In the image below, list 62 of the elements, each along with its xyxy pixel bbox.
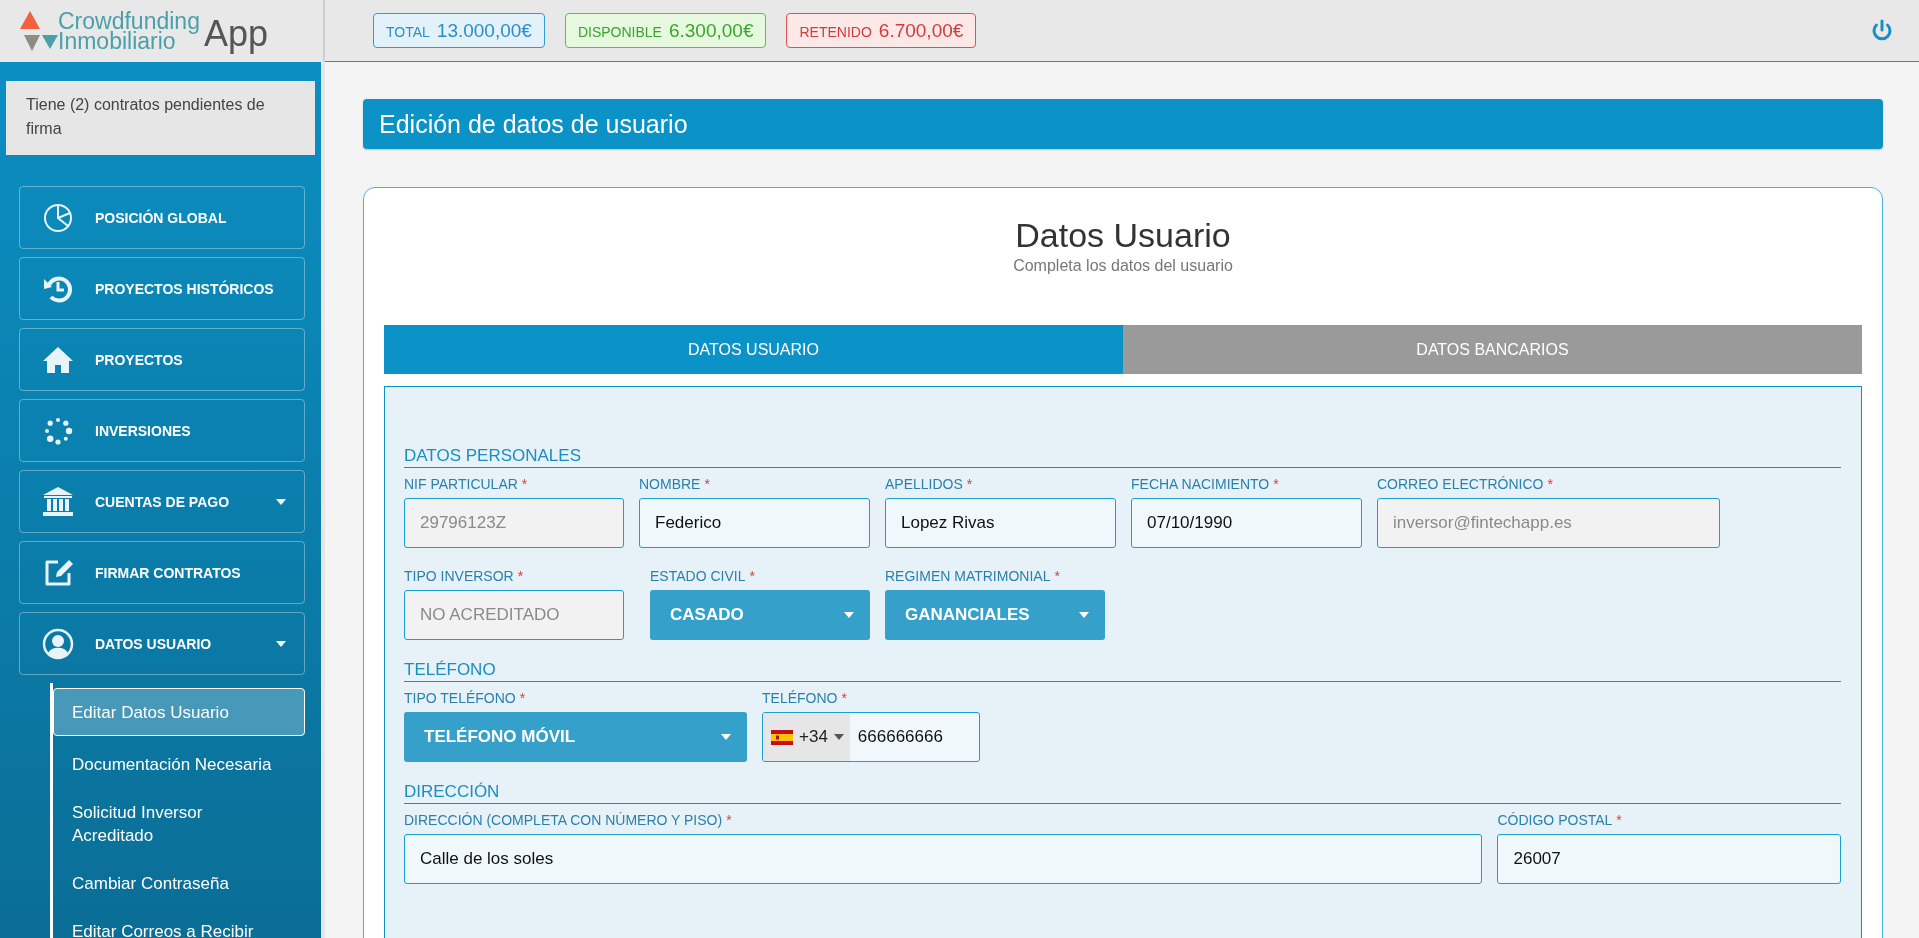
card-subtitle: Completa los datos del usuario bbox=[1012, 257, 1234, 275]
field-label: TELÉFONO * bbox=[762, 690, 848, 706]
balance-amount: 13.000,00€ bbox=[436, 20, 532, 42]
page-title-bar: Edición de datos de usuario bbox=[363, 99, 1883, 149]
section-heading: TELÉFONO bbox=[404, 660, 1841, 682]
input-field[interactable]: 07/10/1990 bbox=[1131, 498, 1362, 548]
balance-label: TOTAL bbox=[386, 24, 430, 40]
sidebar-menu-item[interactable]: POSICIÓN GLOBAL bbox=[19, 186, 305, 249]
card-title: Datos Usuario bbox=[1014, 216, 1232, 255]
input-field[interactable]: Calle de los soles bbox=[404, 834, 1483, 884]
sidebar-menu-item[interactable]: PROYECTOS HISTÓRICOS bbox=[19, 257, 305, 320]
submenu-item[interactable]: Editar Correos a Recibir bbox=[53, 907, 305, 938]
caret-icon bbox=[276, 640, 286, 647]
input-field[interactable]: Lopez Rivas bbox=[885, 498, 1116, 548]
caret-icon bbox=[833, 734, 844, 740]
field-label: DIRECCIÓN (COMPLETA CON NÚMERO Y PISO) * bbox=[404, 812, 733, 828]
pending-contracts-notice: Tiene (2) contratos pendientes de firma bbox=[6, 81, 315, 155]
tab[interactable]: DATOS BANCARIOS bbox=[1123, 325, 1862, 374]
field-label: NIF PARTICULAR * bbox=[404, 476, 529, 492]
caret-icon bbox=[721, 734, 731, 740]
field-label: ESTADO CIVIL * bbox=[650, 568, 756, 584]
balance-amount: 6.700,00€ bbox=[878, 20, 964, 42]
sidebar-menu-item[interactable]: FIRMAR CONTRATOS bbox=[19, 541, 305, 604]
field-label: CÓDIGO POSTAL * bbox=[1497, 812, 1623, 828]
field-label: TIPO TELÉFONO * bbox=[404, 690, 527, 706]
caret-icon bbox=[844, 612, 854, 618]
section-heading: DIRECCIÓN bbox=[404, 782, 1841, 804]
caret-icon bbox=[1079, 612, 1089, 618]
user-circle-icon bbox=[42, 627, 74, 660]
caret-icon bbox=[276, 498, 286, 505]
power-icon[interactable] bbox=[1870, 18, 1894, 43]
field-label: TIPO INVERSOR * bbox=[404, 568, 525, 584]
submenu-item[interactable]: Documentación Necesaria bbox=[53, 740, 305, 788]
field-label: NOMBRE * bbox=[639, 476, 711, 492]
sidebar-menu-item[interactable]: DATOS USUARIO bbox=[19, 612, 305, 675]
input-field[interactable]: 26007 bbox=[1497, 834, 1841, 884]
phone-field[interactable]: +34 666666666 bbox=[762, 712, 980, 762]
field-label: CORREO ELECTRÓNICO * bbox=[1377, 476, 1554, 492]
input-field[interactable]: Federico bbox=[639, 498, 870, 548]
logo-triangles-icon bbox=[20, 9, 60, 53]
submenu-item[interactable]: Editar Datos Usuario bbox=[53, 688, 305, 736]
field-label: REGIMEN MATRIMONIAL * bbox=[885, 568, 1061, 584]
field-label: APELLIDOS * bbox=[885, 476, 974, 492]
dropdown[interactable]: GANANCIALES bbox=[885, 590, 1105, 640]
spain-flag-icon bbox=[771, 729, 793, 745]
logo-app-text: App bbox=[203, 13, 268, 55]
submenu-item[interactable]: Solicitud Inversor Acreditado bbox=[53, 788, 305, 859]
balance-label: DISPONIBLE bbox=[577, 24, 662, 40]
country-code-selector[interactable]: +34 bbox=[763, 713, 850, 761]
bank-icon bbox=[42, 485, 74, 518]
sidebar-menu-item[interactable]: PROYECTOS bbox=[19, 328, 305, 391]
field-label: FECHA NACIMIENTO * bbox=[1131, 476, 1280, 492]
dropdown[interactable]: CASADO bbox=[650, 590, 870, 640]
pie-chart-icon bbox=[42, 201, 74, 234]
sidebar-menu-item[interactable]: CUENTAS DE PAGO bbox=[19, 470, 305, 533]
submenu-item[interactable]: Cambiar Contraseña bbox=[53, 859, 305, 907]
sidebar-menu-item[interactable]: INVERSIONES bbox=[19, 399, 305, 462]
section-heading: DATOS PERSONALES bbox=[404, 446, 1841, 468]
balance-amount: 6.300,00€ bbox=[668, 20, 754, 42]
tab[interactable]: DATOS USUARIO bbox=[384, 325, 1123, 374]
dropdown[interactable]: TELÉFONO MÓVIL bbox=[404, 712, 747, 762]
balance-label: RETENIDO bbox=[799, 24, 872, 40]
